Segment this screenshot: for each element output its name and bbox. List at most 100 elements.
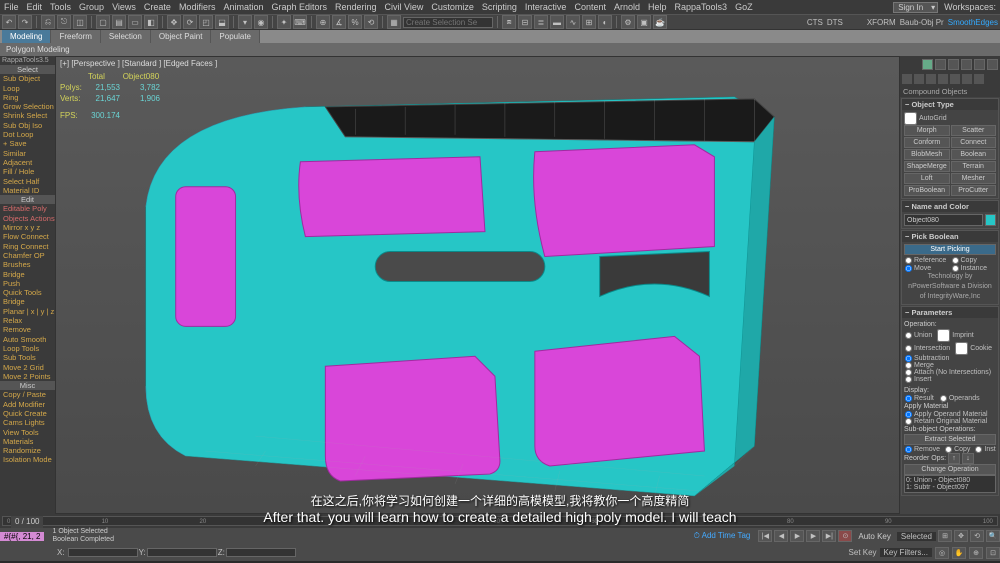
lp-similar[interactable]: Similar xyxy=(0,149,55,158)
menu-views[interactable]: Views xyxy=(112,2,136,12)
undo-btn[interactable]: ↶ xyxy=(2,15,16,29)
coord-z[interactable] xyxy=(226,548,296,557)
lp-sub-object[interactable]: Sub Object xyxy=(0,74,55,83)
result-radio[interactable] xyxy=(905,395,912,402)
lp-sub-tools[interactable]: Sub Tools xyxy=(0,353,55,362)
render-frame-btn[interactable]: ▣ xyxy=(637,15,651,29)
extract-btn[interactable]: Extract Selected xyxy=(904,434,996,445)
lp-grow-selection[interactable]: Grow Selection xyxy=(0,102,55,111)
lp-cams-lights[interactable]: Cams Lights xyxy=(0,418,55,427)
unlink-btn[interactable]: ⎋ xyxy=(57,15,71,29)
motion-tab-icon[interactable] xyxy=(961,59,972,70)
lp-copy-paste[interactable]: Copy / Paste xyxy=(0,390,55,399)
goto-end-btn[interactable]: ▶| xyxy=(822,530,836,542)
lp-randomize[interactable]: Randomize xyxy=(0,446,55,455)
proboolean-btn[interactable]: ProBoolean xyxy=(904,185,950,196)
lp-ring[interactable]: Ring xyxy=(0,93,55,102)
nav-btn-2[interactable]: ✥ xyxy=(954,530,968,542)
select-rect-btn[interactable]: ▭ xyxy=(128,15,142,29)
start-picking-btn[interactable]: Start Picking xyxy=(904,244,996,255)
menu-goz[interactable]: GoZ xyxy=(735,2,753,12)
lp-isolation-mode[interactable]: Isolation Mode xyxy=(0,455,55,464)
place-btn[interactable]: ⬓ xyxy=(215,15,229,29)
window-crossing-btn[interactable]: ◧ xyxy=(144,15,158,29)
lp-flow-connect[interactable]: Flow Connect xyxy=(0,232,55,241)
align-btn[interactable]: ⊟ xyxy=(518,15,532,29)
spacewarps-icon[interactable] xyxy=(962,74,972,84)
op-merge-radio[interactable] xyxy=(905,362,912,369)
conform-btn[interactable]: Conform xyxy=(904,137,950,148)
helpers-icon[interactable] xyxy=(950,74,960,84)
lp-mirror-x-y-z[interactable]: Mirror x y z xyxy=(0,223,55,232)
reference-radio[interactable] xyxy=(905,257,912,264)
viewport[interactable]: [+] [Perspective ] [Standard ] [Edged Fa… xyxy=(55,56,900,514)
shapes-icon[interactable] xyxy=(914,74,924,84)
tab-selection[interactable]: Selection xyxy=(101,30,151,43)
menu-group[interactable]: Group xyxy=(79,2,104,12)
refcoord-btn[interactable]: ▾ xyxy=(238,15,252,29)
lp-objects-actions[interactable]: Objects Actions xyxy=(0,214,55,223)
coord-x[interactable] xyxy=(68,548,138,557)
name-color-header[interactable]: Name and Color xyxy=(902,201,998,212)
named-sel-btn[interactable]: ▦ xyxy=(387,15,401,29)
nav-btn-1[interactable]: ⊞ xyxy=(938,530,952,542)
lp-adjacent[interactable]: Adjacent xyxy=(0,158,55,167)
material-editor-btn[interactable]: ◐ xyxy=(598,15,612,29)
percent-snap-btn[interactable]: % xyxy=(348,15,362,29)
operand-list[interactable]: 0: Union - Object080 1: Subtr - Object09… xyxy=(904,475,996,493)
lp-materials[interactable]: Materials xyxy=(0,437,55,446)
lp--save[interactable]: + Save xyxy=(0,139,55,148)
op-attachnointersections-radio[interactable] xyxy=(905,369,912,376)
lp-chamfer-op[interactable]: Chamfer OP xyxy=(0,251,55,260)
operands-radio[interactable] xyxy=(940,395,947,402)
play-btn[interactable]: ▶ xyxy=(790,530,804,542)
selection-set-input[interactable] xyxy=(403,17,493,28)
utilities-tab-icon[interactable] xyxy=(987,59,998,70)
lp-bridge[interactable]: Bridge xyxy=(0,297,55,306)
tab-objectpaint[interactable]: Object Paint xyxy=(151,30,212,43)
lp-move-2-points[interactable]: Move 2 Points xyxy=(0,372,55,381)
pivot-btn[interactable]: ◉ xyxy=(254,15,268,29)
op-cookie-check[interactable] xyxy=(955,342,968,355)
reorder-down-btn[interactable]: ↓ xyxy=(962,453,974,464)
lp-bridge[interactable]: Bridge xyxy=(0,270,55,279)
move-radio[interactable] xyxy=(905,265,912,272)
menu-rappatools[interactable]: RappaTools3 xyxy=(675,2,728,12)
mirror-btn[interactable]: ⧈ xyxy=(502,15,516,29)
display-tab-icon[interactable] xyxy=(974,59,985,70)
layers-btn[interactable]: ≣ xyxy=(534,15,548,29)
add-time-tag[interactable]: ⏱ Add Time Tag xyxy=(694,531,751,541)
lp-loop-tools[interactable]: Loop Tools xyxy=(0,344,55,353)
nav2-btn-4[interactable]: ⊡ xyxy=(986,547,1000,559)
cts-label[interactable]: CTS xyxy=(807,18,823,27)
angle-snap-btn[interactable]: ∡ xyxy=(332,15,346,29)
nav-btn-4[interactable]: 🔍 xyxy=(986,530,1000,542)
baub-label[interactable]: Baub-Obj Pr xyxy=(900,18,944,27)
menu-interactive[interactable]: Interactive xyxy=(525,2,567,12)
menu-edit[interactable]: Edit xyxy=(27,2,43,12)
spinner-snap-btn[interactable]: ⟲ xyxy=(364,15,378,29)
retain-radio[interactable] xyxy=(905,418,912,425)
ribbon-btn[interactable]: ▬ xyxy=(550,15,564,29)
bind-btn[interactable]: ◫ xyxy=(73,15,87,29)
create-tab-icon[interactable] xyxy=(922,59,933,70)
select-btn[interactable]: ▢ xyxy=(96,15,110,29)
menu-civilview[interactable]: Civil View xyxy=(385,2,424,12)
lp-ring-connect[interactable]: Ring Connect xyxy=(0,242,55,251)
lp-editable-poly[interactable]: Editable Poly xyxy=(0,204,55,213)
category-dropdown[interactable]: Compound Objects xyxy=(900,86,1000,97)
redo-btn[interactable]: ↷ xyxy=(18,15,32,29)
lp-push[interactable]: Push xyxy=(0,279,55,288)
next-frame-btn[interactable]: ▶ xyxy=(806,530,820,542)
menu-content[interactable]: Content xyxy=(574,2,606,12)
lp-brushes[interactable]: Brushes xyxy=(0,260,55,269)
menu-tools[interactable]: Tools xyxy=(50,2,71,12)
link-btn[interactable]: ⎌ xyxy=(41,15,55,29)
selected-dropdown[interactable]: Selected xyxy=(897,532,936,541)
nav-btn-3[interactable]: ⟲ xyxy=(970,530,984,542)
goto-start-btn[interactable]: |◀ xyxy=(758,530,772,542)
lp-move-2-grid[interactable]: Move 2 Grid xyxy=(0,363,55,372)
key-mode-btn[interactable]: ⊙ xyxy=(838,530,852,542)
curve-editor-btn[interactable]: ∿ xyxy=(566,15,580,29)
parameters-header[interactable]: Parameters xyxy=(902,307,998,318)
